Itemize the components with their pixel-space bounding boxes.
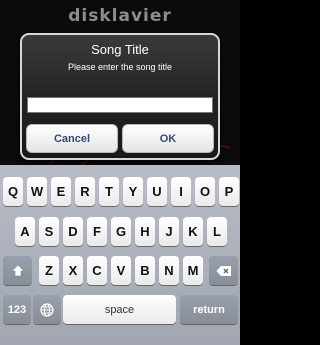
key-s[interactable]: S [39, 217, 59, 246]
globe-key[interactable] [33, 295, 61, 324]
key-t[interactable]: T [99, 177, 119, 206]
shift-key[interactable] [3, 256, 32, 285]
key-z[interactable]: Z [39, 256, 59, 285]
key-l[interactable]: L [207, 217, 227, 246]
key-k[interactable]: K [183, 217, 203, 246]
key-a[interactable]: A [15, 217, 35, 246]
key-w[interactable]: W [27, 177, 47, 206]
song-title-input[interactable] [27, 97, 213, 113]
globe-icon [40, 302, 54, 317]
key-h[interactable]: H [135, 217, 155, 246]
key-j[interactable]: J [159, 217, 179, 246]
key-b[interactable]: B [135, 256, 155, 285]
key-e[interactable]: E [51, 177, 71, 206]
shift-icon [10, 264, 25, 276]
brand-logo: disklavier [68, 6, 172, 26]
dialog-title: Song Title [91, 42, 149, 57]
ok-button[interactable]: OK [122, 124, 214, 153]
keyboard: Q W E R T Y U I O P A S D F G H J K L Z … [0, 165, 240, 345]
key-m[interactable]: M [183, 256, 203, 285]
return-key[interactable]: return [180, 295, 238, 324]
key-n[interactable]: N [159, 256, 179, 285]
dialog-message: Please enter the song title [67, 62, 173, 72]
key-o[interactable]: O [195, 177, 215, 206]
numbers-key[interactable]: 123 [3, 295, 31, 324]
key-v[interactable]: V [111, 256, 131, 285]
key-c[interactable]: C [87, 256, 107, 285]
key-u[interactable]: U [147, 177, 167, 206]
key-q[interactable]: Q [3, 177, 23, 206]
delete-icon [216, 265, 231, 276]
key-y[interactable]: Y [123, 177, 143, 206]
key-d[interactable]: D [63, 217, 83, 246]
key-g[interactable]: G [111, 217, 131, 246]
key-x[interactable]: X [63, 256, 83, 285]
key-r[interactable]: R [75, 177, 95, 206]
key-p[interactable]: P [219, 177, 239, 206]
song-title-dialog: Song Title Please enter the song title C… [20, 33, 220, 160]
key-i[interactable]: I [171, 177, 191, 206]
delete-key[interactable] [209, 256, 238, 285]
key-f[interactable]: F [87, 217, 107, 246]
cancel-button[interactable]: Cancel [26, 124, 118, 153]
space-bar[interactable]: space [63, 295, 176, 324]
